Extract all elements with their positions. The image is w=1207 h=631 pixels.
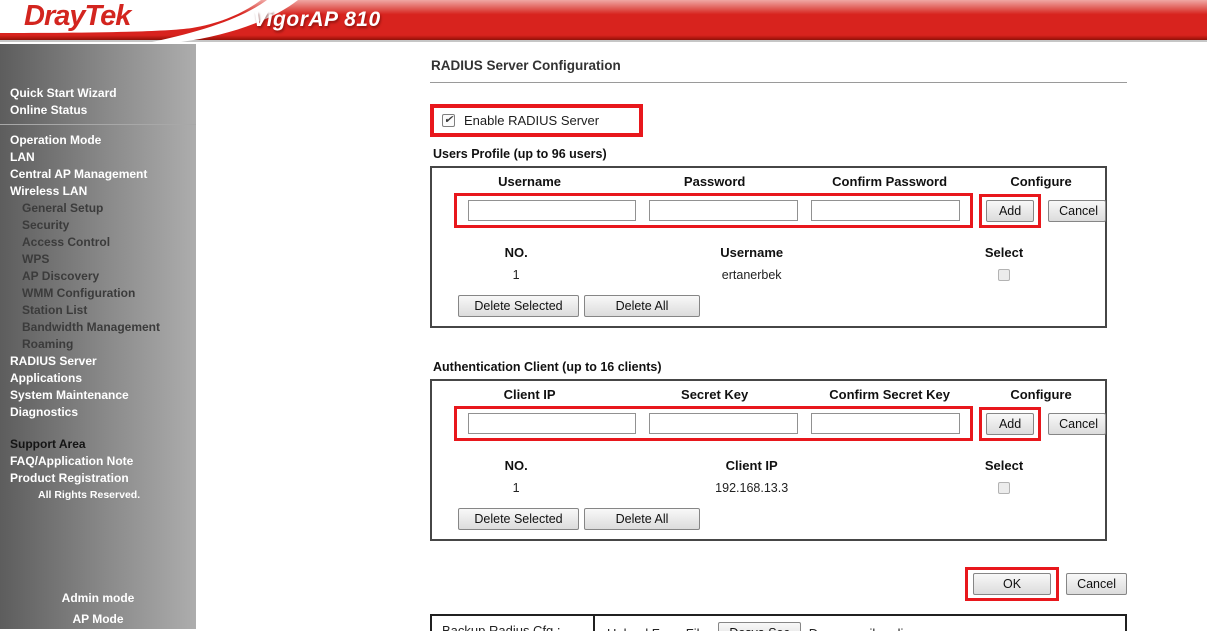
admin-mode-label: Admin mode xyxy=(0,591,196,605)
table-row: 1 192.168.13.3 xyxy=(432,481,1105,495)
backup-label: Backup Radius Cfg : xyxy=(442,623,583,631)
col-username-list: Username xyxy=(600,245,903,260)
cancel-button[interactable]: Cancel xyxy=(1066,573,1127,595)
sidebar-item-system-maintenance[interactable]: System Maintenance xyxy=(0,386,196,403)
sidebar-item-ap-discovery[interactable]: AP Discovery xyxy=(0,267,196,284)
user-cancel-button[interactable]: Cancel xyxy=(1048,200,1106,222)
client-row-ip: 192.168.13.3 xyxy=(600,481,903,495)
user-row-no: 1 xyxy=(432,268,600,282)
secret-key-input[interactable] xyxy=(649,413,798,434)
col-no: NO. xyxy=(432,245,600,260)
file-status-text: Dosya seçilmedi xyxy=(809,626,904,631)
rights-reserved-note: All Rights Reserved. xyxy=(0,489,196,501)
sidebar-heading-support-area: Support Area xyxy=(0,435,196,452)
sidebar-item-general-setup[interactable]: General Setup xyxy=(0,199,196,216)
sidebar-item-roaming[interactable]: Roaming xyxy=(0,335,196,352)
sidebar-item-radius-server[interactable]: RADIUS Server xyxy=(0,352,196,369)
page: DrayTek VigorAP 810 Quick Start Wizard O… xyxy=(0,0,1207,631)
model-name: VigorAP 810 xyxy=(253,8,381,32)
col-select: Select xyxy=(903,245,1105,260)
annotation-box-client-add: Add xyxy=(979,407,1041,441)
annotation-box-enable: ✔ Enable RADIUS Server xyxy=(430,104,643,137)
col-confirm-secret-key: Confirm Secret Key xyxy=(802,387,977,406)
table-row: 1 ertanerbek xyxy=(432,268,1105,282)
ok-button[interactable]: OK xyxy=(973,573,1051,595)
auth-client-table: Client IP Secret Key Confirm Secret Key … xyxy=(430,379,1107,541)
user-row-username: ertanerbek xyxy=(600,268,903,282)
col-secret-key: Secret Key xyxy=(627,387,802,406)
client-delete-all-button[interactable]: Delete All xyxy=(584,508,700,530)
sidebar-item-applications[interactable]: Applications xyxy=(0,369,196,386)
enable-radius-label: Enable RADIUS Server xyxy=(464,113,599,128)
col-select-auth: Select xyxy=(903,458,1105,473)
upload-from-file-label: Upload From File: xyxy=(607,626,710,631)
sidebar-item-quick-start-wizard[interactable]: Quick Start Wizard xyxy=(0,84,196,101)
col-no-auth: NO. xyxy=(432,458,600,473)
sidebar-item-access-control[interactable]: Access Control xyxy=(0,233,196,250)
sidebar-item-station-list[interactable]: Station List xyxy=(0,301,196,318)
check-icon: ✔ xyxy=(444,115,453,126)
client-add-button[interactable]: Add xyxy=(986,413,1034,435)
sidebar-divider xyxy=(0,124,196,125)
title-divider xyxy=(430,82,1127,83)
confirm-secret-key-input[interactable] xyxy=(811,413,960,434)
user-row-select-checkbox[interactable] xyxy=(998,269,1010,281)
ap-mode-link[interactable]: AP Mode xyxy=(0,612,196,626)
mode-switcher: Admin mode AP Mode xyxy=(0,591,196,629)
client-row-no: 1 xyxy=(432,481,600,495)
sidebar-item-wireless-lan[interactable]: Wireless LAN xyxy=(0,182,196,199)
draytek-logo: DrayTek xyxy=(24,0,130,33)
sidebar-item-wmm-configuration[interactable]: WMM Configuration xyxy=(0,284,196,301)
client-ip-input[interactable] xyxy=(468,413,635,434)
users-profile-table: Username Password Confirm Password Confi… xyxy=(430,166,1107,328)
app-header: DrayTek VigorAP 810 xyxy=(0,0,1207,42)
client-row-select-checkbox[interactable] xyxy=(998,482,1010,494)
enable-radius-checkbox[interactable]: ✔ xyxy=(442,114,455,127)
auth-client-title: Authentication Client (up to 16 clients) xyxy=(433,360,1207,374)
client-cancel-button[interactable]: Cancel xyxy=(1048,413,1106,435)
col-client-ip-list: Client IP xyxy=(600,458,903,473)
password-input[interactable] xyxy=(649,200,798,221)
col-configure: Configure xyxy=(977,174,1105,193)
sidebar-item-product-registration[interactable]: Product Registration xyxy=(0,469,196,486)
annotation-box-ok: OK xyxy=(965,567,1059,601)
sidebar-item-central-ap-management[interactable]: Central AP Management xyxy=(0,165,196,182)
sidebar-spacer xyxy=(0,420,196,435)
annotation-box-user-inputs xyxy=(454,193,973,228)
sidebar-item-lan[interactable]: LAN xyxy=(0,148,196,165)
users-profile-title: Users Profile (up to 96 users) xyxy=(433,147,1207,161)
sidebar-item-wps[interactable]: WPS xyxy=(0,250,196,267)
sidebar: Quick Start Wizard Online Status Operati… xyxy=(0,44,196,629)
sidebar-item-online-status[interactable]: Online Status xyxy=(0,101,196,118)
col-username: Username xyxy=(432,174,627,193)
col-confirm-password: Confirm Password xyxy=(802,174,977,193)
sidebar-item-security[interactable]: Security xyxy=(0,216,196,233)
username-input[interactable] xyxy=(468,200,635,221)
user-delete-selected-button[interactable]: Delete Selected xyxy=(458,295,579,317)
sidebar-item-faq-application-note[interactable]: FAQ/Application Note xyxy=(0,452,196,469)
annotation-box-client-inputs xyxy=(454,406,973,441)
user-add-button[interactable]: Add xyxy=(986,200,1034,222)
main-content: RADIUS Server Configuration ✔ Enable RAD… xyxy=(196,44,1207,629)
sidebar-item-bandwidth-management[interactable]: Bandwidth Management xyxy=(0,318,196,335)
col-configure-auth: Configure xyxy=(977,387,1105,406)
user-delete-all-button[interactable]: Delete All xyxy=(584,295,700,317)
col-password: Password xyxy=(627,174,802,193)
backup-restore-panel: Backup Radius Cfg : Backup Upload From F… xyxy=(430,614,1127,631)
choose-file-button[interactable]: Dosya Seç xyxy=(718,622,800,631)
client-delete-selected-button[interactable]: Delete Selected xyxy=(458,508,579,530)
annotation-box-user-add: Add xyxy=(979,194,1041,228)
sidebar-item-operation-mode[interactable]: Operation Mode xyxy=(0,131,196,148)
col-client-ip: Client IP xyxy=(432,387,627,406)
confirm-password-input[interactable] xyxy=(811,200,960,221)
page-title: RADIUS Server Configuration xyxy=(431,58,1207,73)
sidebar-item-diagnostics[interactable]: Diagnostics xyxy=(0,403,196,420)
